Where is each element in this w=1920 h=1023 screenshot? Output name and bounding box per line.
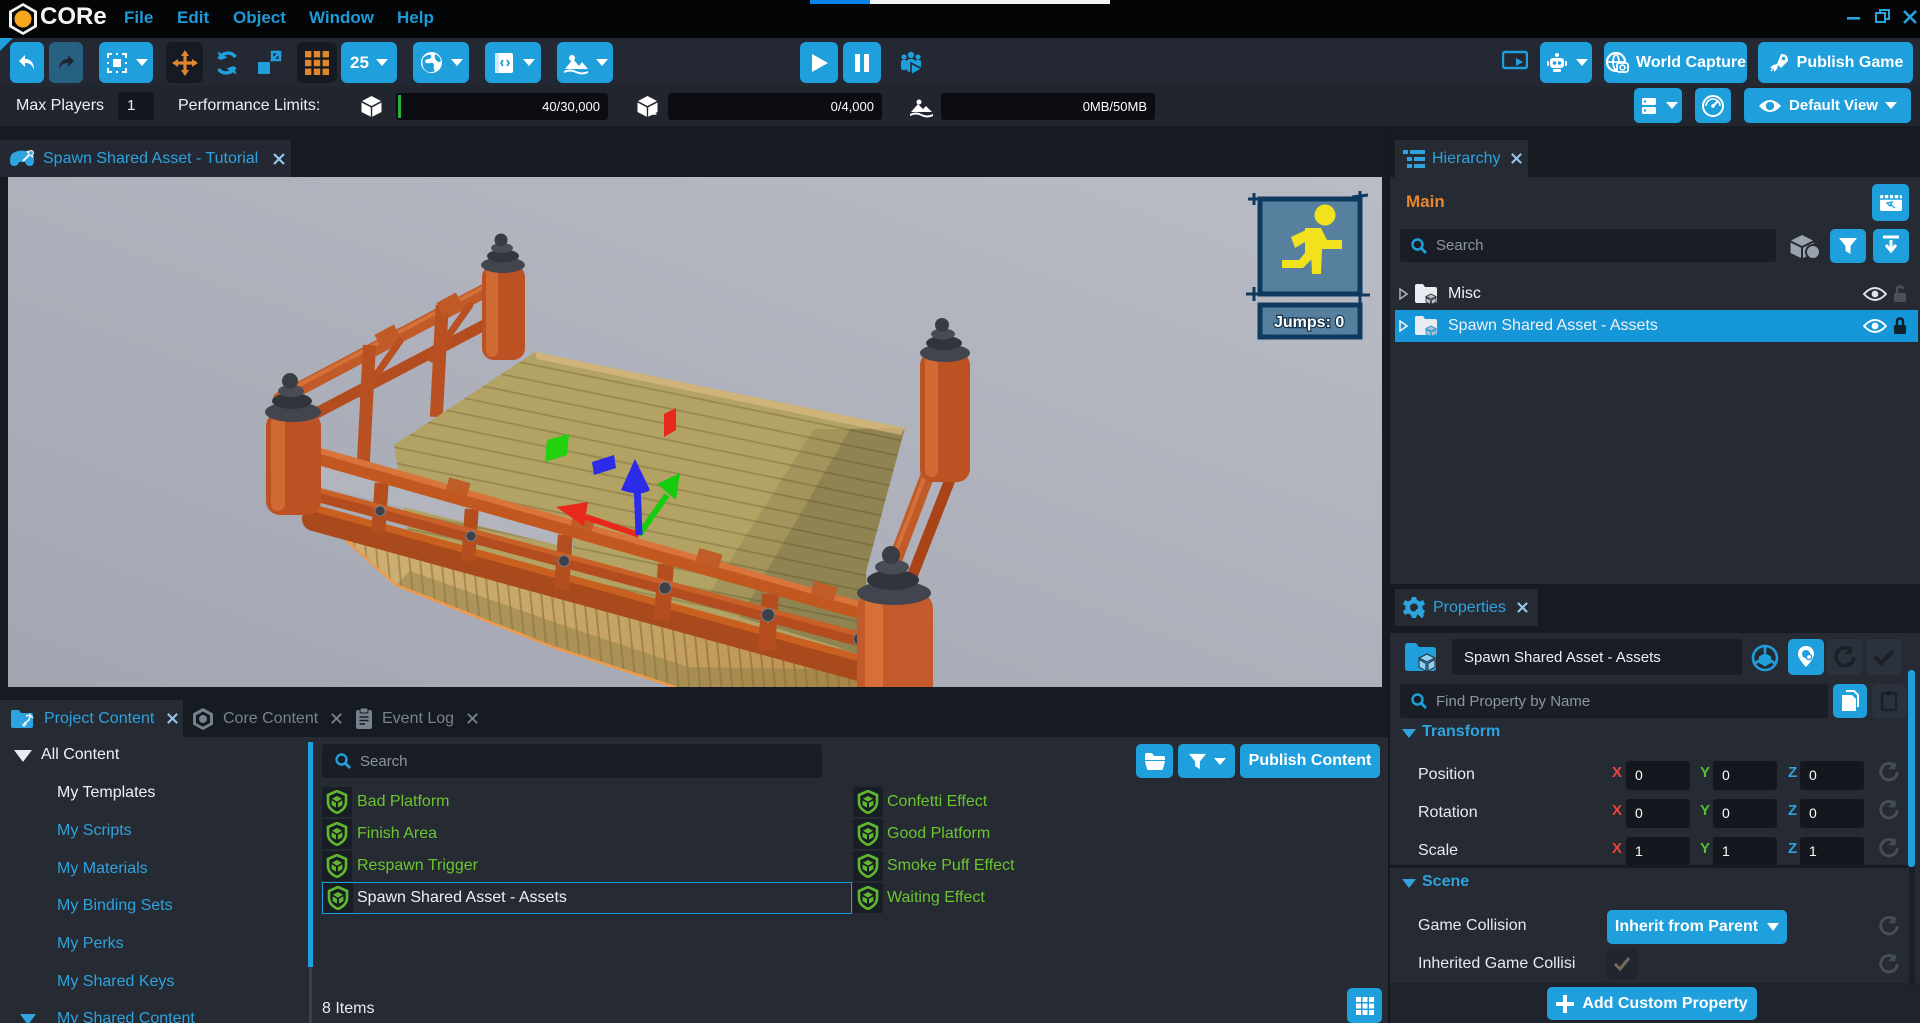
svg-text:Jumps: 0: Jumps: 0 [1274,314,1344,331]
